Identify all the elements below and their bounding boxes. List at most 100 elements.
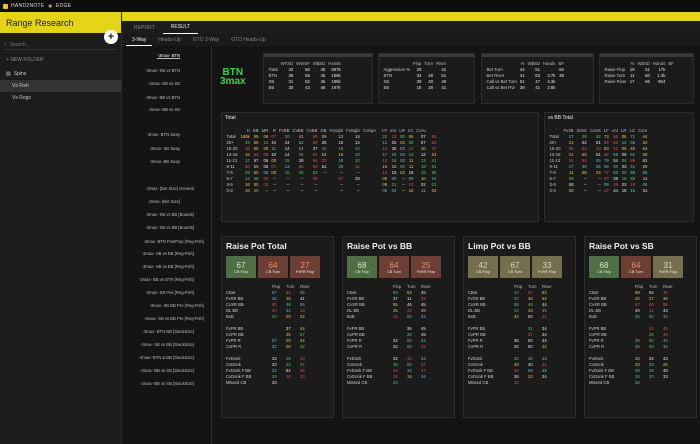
node-item[interactable]: -3max- [Bet Size] General <box>146 186 194 191</box>
table-cell: 00 <box>382 187 388 193</box>
pot-stats: Flop Turn River CBet 67 64 45 FvXR BB 42 15 41 CvXR… <box>226 283 314 385</box>
stat-value: 45 <box>421 325 426 331</box>
stat-value: River <box>421 283 431 289</box>
stat-label: FvPR R <box>468 337 483 343</box>
stat-tile[interactable]: 31 FvRR Flop <box>653 256 683 278</box>
stat-tile[interactable]: 25 FvRR Flop <box>411 256 441 278</box>
stat-value: 33 <box>272 361 277 367</box>
search-input[interactable] <box>9 41 100 48</box>
stat-row: CvDonk 33 33 26 <box>589 361 677 367</box>
tab-3way[interactable]: 3-Way <box>126 34 153 46</box>
stat-row: FvDonk F BB 34 32 47 <box>347 367 435 373</box>
node-item[interactable]: -3max- BB vs SB [StackSize] <box>140 368 194 373</box>
stat-value: 26 <box>635 343 640 349</box>
node-item[interactable]: -3max- BB vs SB [StackSize] <box>140 381 194 386</box>
stat-tile[interactable]: 64 CB Turn <box>379 256 409 278</box>
tree-item-vs-fish[interactable]: Vs Fish <box>0 80 121 92</box>
table-cell: -- <box>401 187 405 193</box>
stat-label: CvDonk <box>589 361 604 367</box>
stat-tile[interactable]: 67 CB Flop <box>226 256 256 278</box>
tab-report[interactable]: REPORT <box>126 21 163 34</box>
node-item[interactable]: -3max- SB vs BB Pre [Reg-Fish] <box>144 316 204 321</box>
node-item[interactable]: -3max- SB vs BB [StackSize] <box>140 342 194 347</box>
stat-value: 48 <box>421 307 426 313</box>
stat-value: Turn <box>286 283 295 289</box>
stat-value: 34 <box>421 313 426 319</box>
stat-value: 19 <box>286 373 291 379</box>
stat-value: 45 <box>421 289 426 295</box>
stat-tile[interactable]: 68 CB Flop <box>347 256 377 278</box>
stat-row: FvPR BB 37 44 <box>226 325 314 331</box>
stat-value: 44 <box>300 337 305 343</box>
tab-gto-heads-up[interactable]: GTO Heads-Up <box>225 34 272 46</box>
stat-value: 27 <box>649 295 654 301</box>
table-cell: 17 <box>629 78 635 84</box>
app-name: HAND2NOTE <box>11 3 45 9</box>
tab-gto-3way[interactable]: GTO 3-Way <box>187 34 225 46</box>
stat-row: FvPR R 36 00 44 <box>589 337 677 343</box>
node-item[interactable]: -3max- SB BB Pre [Reg-Fish] <box>149 303 204 308</box>
stat-label: CBet <box>468 289 478 295</box>
stat-tile[interactable]: 67 CB Turn <box>500 256 530 278</box>
table-cell: 11-13 <box>549 157 561 163</box>
stat-tile[interactable]: 64 CB Turn <box>621 256 651 278</box>
node-item[interactable]: -3max- BB vs SB <box>148 81 180 86</box>
table-cell: 44 <box>613 187 619 193</box>
node-item[interactable]: -3max- BTN <box>157 53 180 59</box>
node-item[interactable]: -3max- SB vs BTN <box>145 68 180 73</box>
stat-tile[interactable]: 68 CB Flop <box>589 256 619 278</box>
node-item[interactable]: -3max- BB 3way <box>149 159 180 164</box>
tab-heads-up[interactable]: Heads-Up <box>152 34 187 46</box>
stat-value: 00 <box>528 343 533 349</box>
node-item[interactable]: -3max- BB vs SB <box>148 107 180 112</box>
stat-value: 55 <box>393 301 398 307</box>
node-item[interactable]: -3max- SB Pos [Reg-Fish] <box>145 290 194 295</box>
stat-value: 34 <box>421 373 426 379</box>
node-item[interactable]: -3max- BB vs BTN [Reg-Fish] <box>139 277 194 282</box>
node-item[interactable]: -3max- BTN & BB [StackSize] <box>139 355 194 360</box>
tree-item-vs-regs[interactable]: Vs Regs <box>0 92 121 104</box>
stat-value: 41 <box>300 295 305 301</box>
stat-tile[interactable]: 33 FvRR Flop <box>532 256 562 278</box>
stat-label: CvXR BB <box>589 301 607 307</box>
table-cell: Aggression % <box>383 66 411 72</box>
stat-label: CvPR R <box>468 343 484 349</box>
stat-tiles: 67 CB Flop 64 CB Turn 27 FvRR Flop <box>226 256 320 278</box>
column-header: Hands <box>652 60 666 66</box>
node-item[interactable]: -3max- [Bet Size] <box>148 199 180 204</box>
stat-value: 33 <box>649 361 654 367</box>
stat-label: FvXR BB <box>468 295 486 301</box>
stat-value: 32 <box>421 295 426 301</box>
node-item[interactable]: -3max- SB 3way <box>149 146 180 151</box>
table-cell: 13-16 <box>549 151 561 157</box>
stat-label: FvPR BB <box>468 325 486 331</box>
stat-label: CvPR R <box>226 343 242 349</box>
table-cell: 11 <box>630 72 635 78</box>
search-box[interactable]: ⌕ <box>4 40 116 50</box>
table-cell <box>319 187 328 193</box>
stat-value: 34 <box>635 379 640 385</box>
stat-tile[interactable]: 42 CB Flop <box>468 256 498 278</box>
tree-item-spins[interactable]: ▤ Spins <box>0 68 121 80</box>
node-item[interactable]: -3max- BB vs BTN <box>145 95 180 100</box>
stat-tile[interactable]: 27 FvRR Flop <box>290 256 320 278</box>
table-cell: 16-20 <box>549 145 561 151</box>
total-table-panel: Total H BB MR R FvBB CvBB CvBB DB FvSqbt FvSqbt Cv… <box>221 112 539 222</box>
stat-value: 37 <box>528 331 533 337</box>
node-item[interactable]: -3max- BTN 3way <box>146 132 180 137</box>
new-folder-button[interactable]: + NEW FOLDER <box>6 57 44 63</box>
stat-value: Turn <box>528 283 537 289</box>
stat-value: 45 <box>542 307 547 313</box>
tab-result[interactable]: RESULT <box>162 21 199 34</box>
node-item[interactable]: -3max- SB vs BB [Boards] <box>145 225 194 230</box>
node-item[interactable]: -3max- SB vs BB [Reg-Fish] <box>142 264 194 269</box>
table-cell: 30 <box>288 84 294 90</box>
column-header: River <box>436 60 447 66</box>
node-item[interactable]: -3max- SB vs BB [Reg-Fish] <box>142 251 194 256</box>
star-icon: ★ <box>47 3 53 10</box>
node-item[interactable]: -3max- SB vs BB [Boards] <box>145 212 194 217</box>
node-item[interactable]: -3max- BTN PostFlop [Reg-Fish] <box>143 239 204 244</box>
node-item[interactable]: -3max- BTN BB [StackSize] <box>143 329 194 334</box>
stat-tile[interactable]: 64 CB Turn <box>258 256 288 278</box>
table-cell <box>557 84 566 90</box>
